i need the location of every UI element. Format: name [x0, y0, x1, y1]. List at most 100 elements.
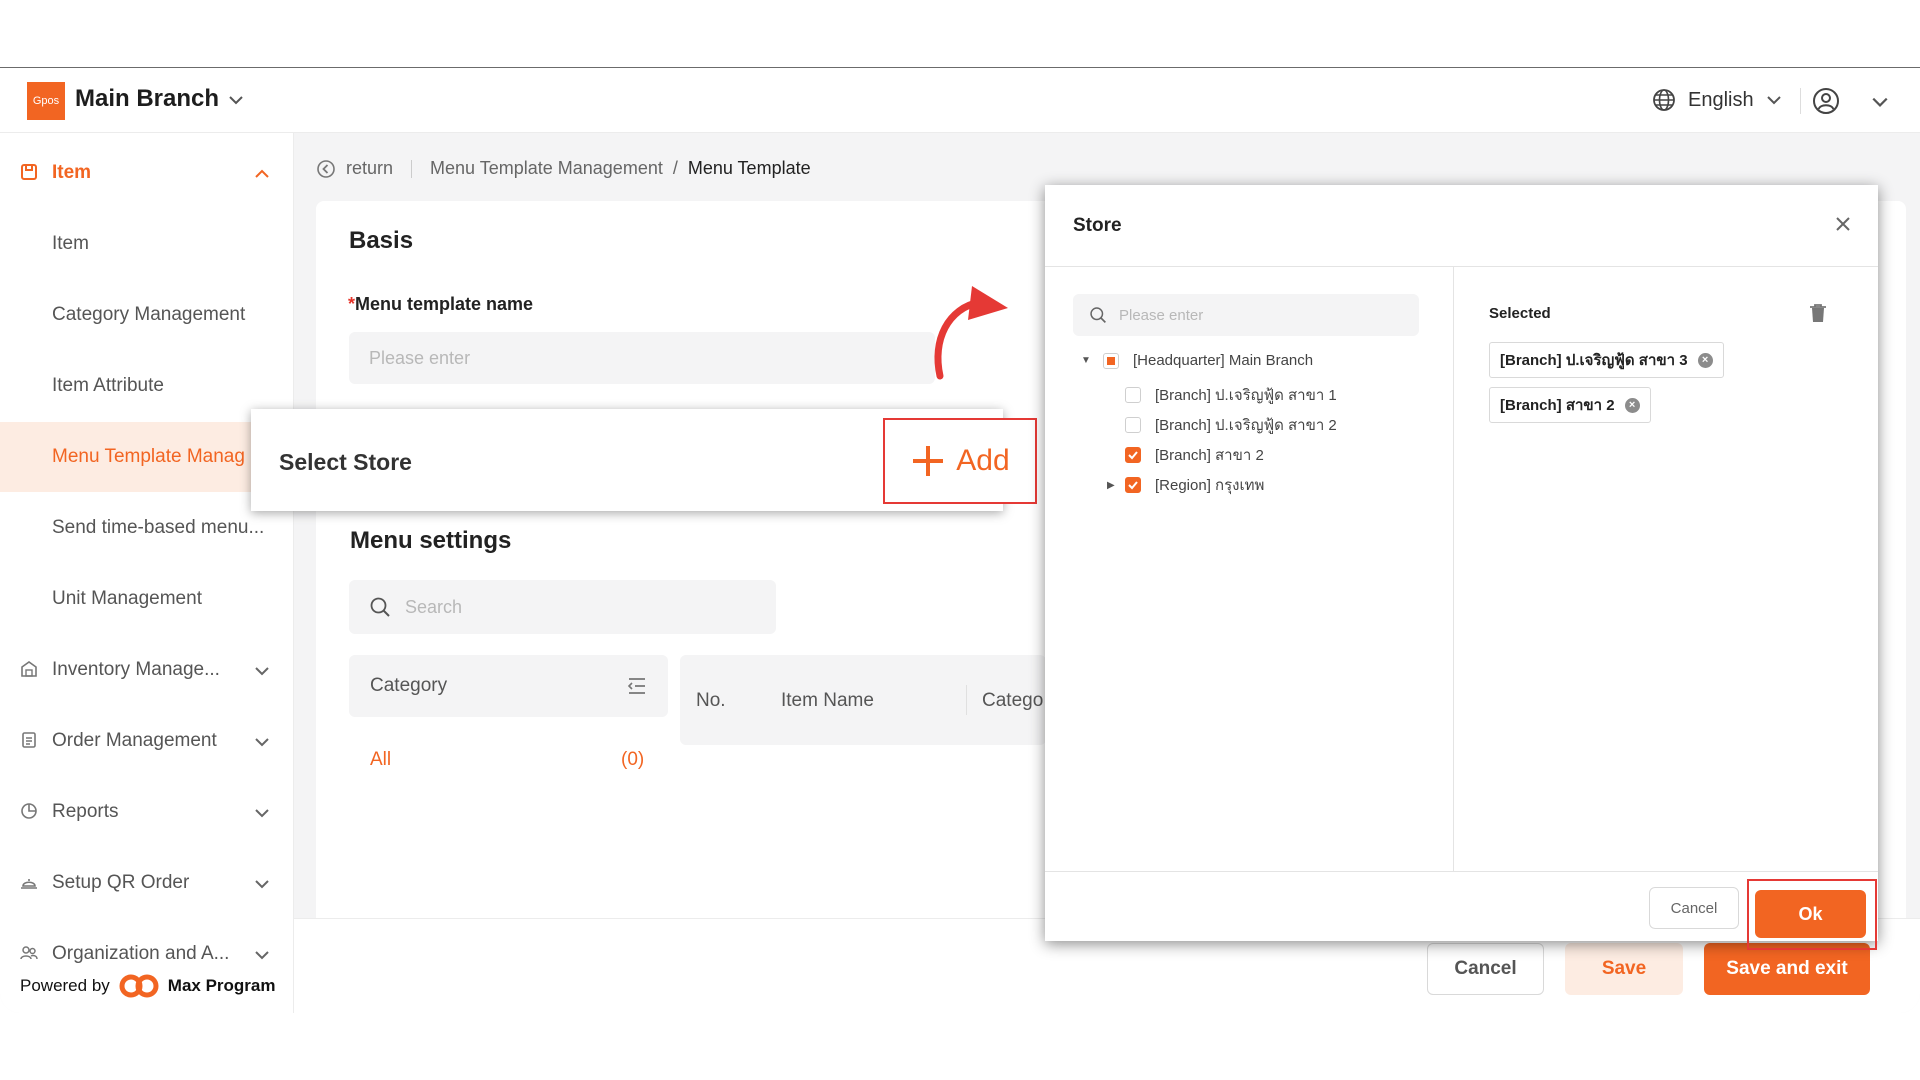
max-program-logo-icon	[119, 974, 159, 998]
add-store-label: Add	[956, 444, 1010, 477]
search-icon	[1090, 307, 1106, 323]
sidebar-group-reports[interactable]: Reports	[0, 777, 294, 847]
breadcrumb-divider	[411, 159, 413, 178]
tree-node-label: [Branch] สาขา 2	[1155, 447, 1264, 464]
checkmark-icon	[1128, 451, 1138, 460]
sidebar-group-item[interactable]: Item	[0, 138, 294, 208]
column-category: Catego	[982, 690, 1044, 711]
language-label: English	[1688, 88, 1754, 111]
sidebar: Item Item Category Management Item Attri…	[0, 133, 294, 1013]
modal-column-divider	[1453, 267, 1454, 871]
sidebar-item-time-based-menu[interactable]: Send time-based menu...	[0, 493, 294, 563]
back-circle-icon[interactable]	[316, 159, 336, 179]
tree-node-label: [Region] กรุงเทพ	[1155, 477, 1265, 494]
tree-node-branch-sakha-2[interactable]: [Branch] สาขา 2	[1125, 443, 1264, 467]
sidebar-group-label: Organization and A...	[52, 943, 230, 964]
breadcrumb-separator: /	[672, 158, 678, 178]
category-all[interactable]: All	[370, 749, 391, 771]
collapse-list-icon[interactable]	[627, 677, 647, 695]
tree-node-headquarter[interactable]: ▼ [Headquarter] Main Branch	[1081, 352, 1313, 369]
selected-store-tag: [Branch] ป.เจริญฟู้ด สาขา 3 ×	[1489, 342, 1724, 378]
selected-store-label: [Branch] ป.เจริญฟู้ด สาขา 3	[1500, 352, 1688, 369]
remove-tag-icon[interactable]: ×	[1697, 352, 1713, 368]
checkbox[interactable]	[1125, 417, 1141, 433]
menu-template-name-text: Menu template name	[355, 294, 534, 314]
menu-template-name-input[interactable]: Please enter	[349, 332, 935, 384]
sidebar-item-label: Unit Management	[52, 588, 202, 609]
people-icon	[20, 946, 38, 960]
selected-store-label: [Branch] สาขา 2	[1500, 397, 1615, 414]
category-all-count: (0)	[621, 749, 645, 770]
sidebar-group-inventory[interactable]: Inventory Manage...	[0, 635, 294, 705]
checkbox-partial[interactable]	[1103, 352, 1119, 369]
chevron-down-icon	[255, 738, 269, 747]
sidebar-item-item[interactable]: Item	[0, 209, 294, 279]
tree-node-label: [Headquarter] Main Branch	[1133, 352, 1314, 369]
menu-settings-title: Menu settings	[350, 527, 512, 554]
select-store-title: Select Store	[279, 449, 412, 475]
sidebar-item-menu-template[interactable]: Menu Template Manag	[0, 422, 294, 492]
save-and-exit-button[interactable]: Save and exit	[1704, 943, 1870, 995]
breadcrumb: return Menu Template Management / Menu T…	[316, 158, 811, 179]
store-search-input[interactable]: Please enter	[1073, 294, 1419, 336]
warehouse-icon	[21, 661, 37, 677]
branch-switcher[interactable]: Main Branch	[75, 85, 219, 113]
required-mark: *	[348, 294, 356, 314]
checkbox-checked[interactable]	[1125, 447, 1141, 463]
sidebar-group-label: Item	[52, 162, 92, 183]
sidebar-group-label: Order Management	[52, 730, 217, 751]
sidebar-item-label: Category Management	[52, 304, 246, 325]
remove-tag-icon[interactable]: ×	[1624, 397, 1640, 413]
tree-node-region[interactable]: ▶ [Region] กรุงเทพ	[1107, 473, 1264, 497]
sidebar-item-item-attribute[interactable]: Item Attribute	[0, 351, 294, 421]
caret-down-icon[interactable]: ▼	[1081, 355, 1091, 366]
powered-by-brand: Max Program	[167, 976, 276, 995]
breadcrumb-current: Menu Template	[687, 158, 811, 178]
sidebar-item-label: Item Attribute	[52, 375, 164, 396]
chevron-down-icon[interactable]	[228, 92, 244, 108]
add-store-button[interactable]: Add	[883, 418, 1037, 504]
cancel-button[interactable]: Cancel	[1427, 943, 1544, 995]
sidebar-item-label: Menu Template Manag	[52, 446, 245, 467]
language-switcher[interactable]: English	[1652, 88, 1782, 112]
item-box-icon	[21, 164, 37, 180]
item-table-header: No. Item Name Catego	[680, 655, 1046, 745]
trash-icon[interactable]	[1809, 303, 1827, 323]
chevron-down-icon	[255, 880, 269, 889]
selected-title: Selected	[1489, 305, 1551, 322]
modal-cancel-button[interactable]: Cancel	[1649, 887, 1739, 929]
pie-chart-icon	[21, 803, 37, 819]
menu-search-input[interactable]: Search	[349, 580, 776, 634]
powered-by-label: Powered by	[20, 976, 110, 995]
user-avatar-icon[interactable]	[1812, 87, 1840, 115]
tree-node-branch-2[interactable]: [Branch] ป.เจริญฟู้ด สาขา 2	[1125, 413, 1337, 437]
return-link[interactable]: return	[346, 158, 393, 179]
chevron-down-icon	[255, 667, 269, 676]
tree-node-label: [Branch] ป.เจริญฟู้ด สาขา 2	[1155, 417, 1337, 434]
close-icon[interactable]	[1834, 215, 1852, 233]
column-divider	[966, 685, 967, 715]
sidebar-group-label: Reports	[52, 801, 119, 822]
sidebar-group-order[interactable]: Order Management	[0, 706, 294, 776]
chevron-down-icon	[255, 951, 269, 960]
column-item-name: Item Name	[781, 690, 874, 711]
chevron-up-icon	[255, 169, 269, 178]
caret-right-icon[interactable]: ▶	[1107, 480, 1117, 491]
checkbox-checked[interactable]	[1125, 477, 1141, 493]
chevron-down-icon	[1766, 96, 1781, 105]
modal-footer-divider	[1045, 871, 1878, 872]
breadcrumb-parent[interactable]: Menu Template Management	[430, 158, 663, 179]
top-header: Gpos Main Branch English	[0, 68, 1920, 133]
sidebar-group-qr-order[interactable]: Setup QR Order	[0, 848, 294, 918]
sidebar-item-label: Item	[52, 233, 89, 254]
service-bell-icon	[21, 879, 37, 889]
sidebar-item-unit-management[interactable]: Unit Management	[0, 564, 294, 634]
checkbox[interactable]	[1125, 387, 1141, 403]
tree-node-branch-1[interactable]: [Branch] ป.เจริญฟู้ด สาขา 1	[1125, 383, 1337, 407]
store-search-placeholder: Please enter	[1119, 306, 1204, 324]
sidebar-item-category-management[interactable]: Category Management	[0, 280, 294, 350]
save-button[interactable]: Save	[1565, 943, 1683, 995]
ok-highlight-frame	[1747, 879, 1877, 950]
chevron-down-icon[interactable]	[1871, 93, 1889, 111]
category-all-label: All	[370, 749, 392, 770]
